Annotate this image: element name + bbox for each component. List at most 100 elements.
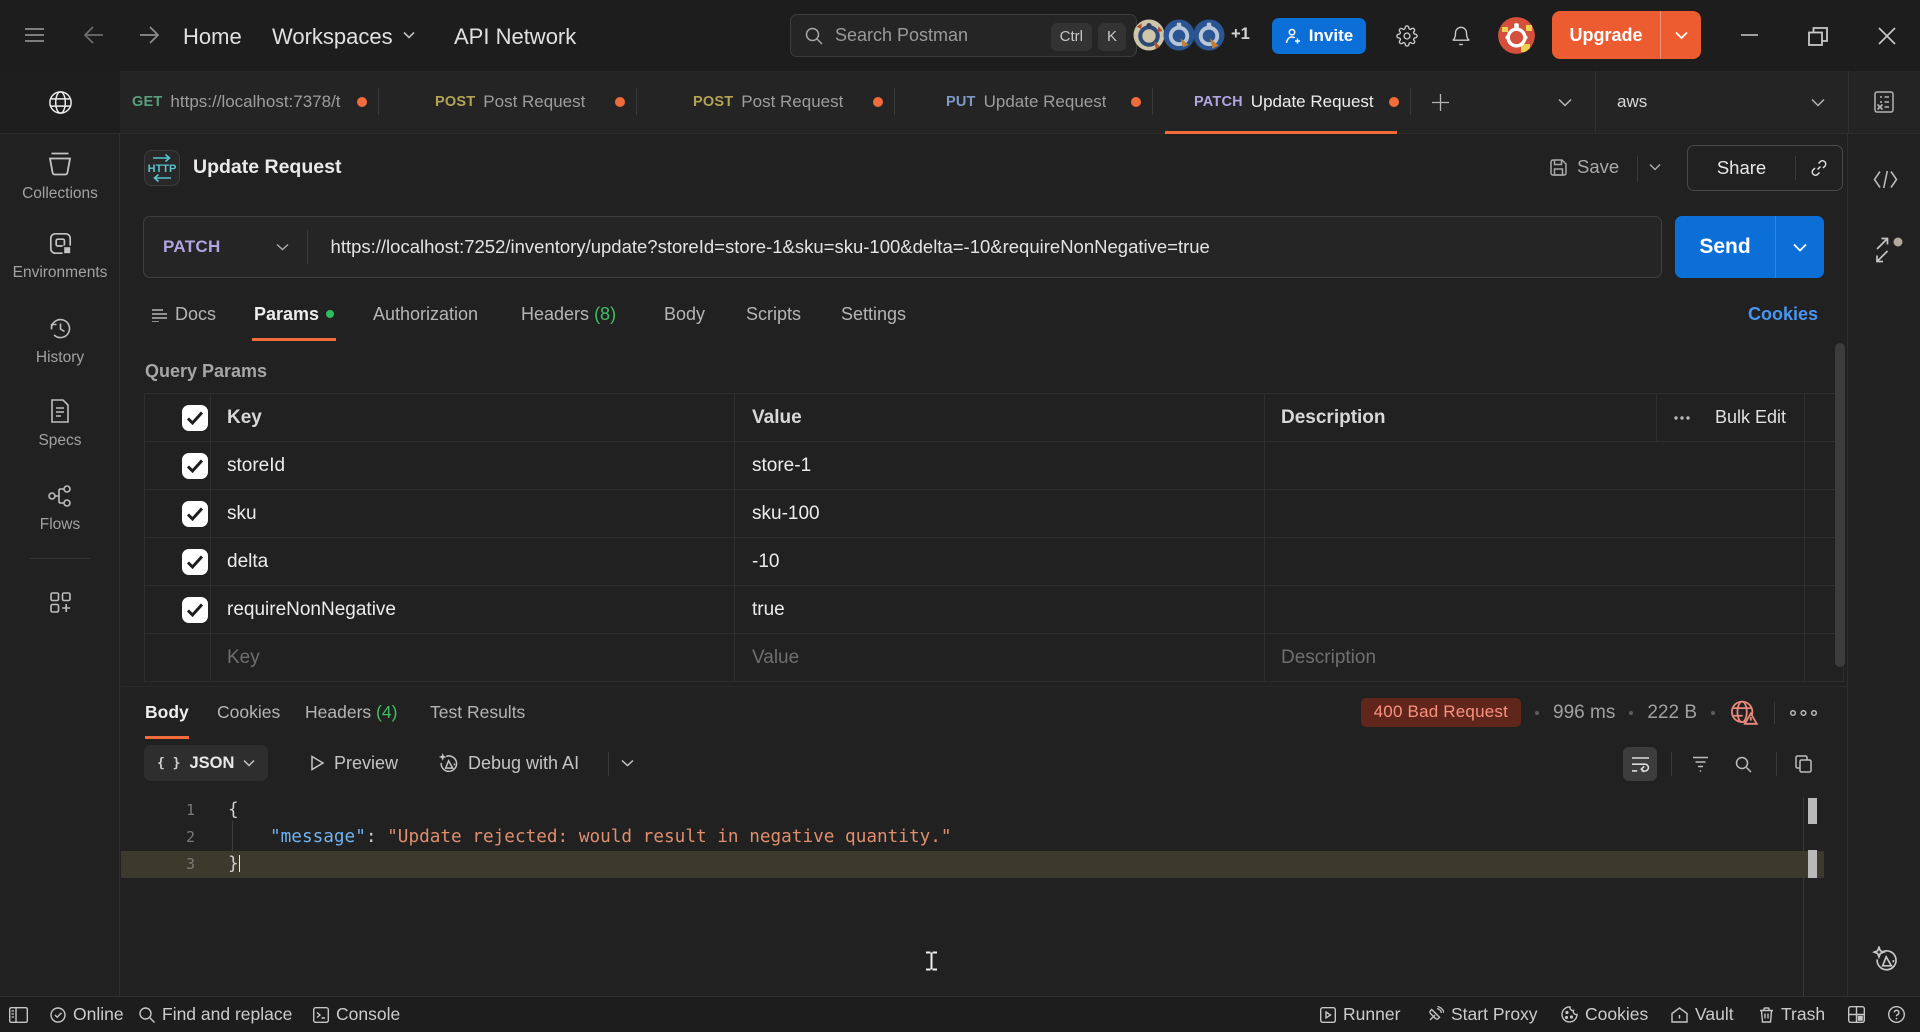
code-snippet-icon[interactable] [1873,170,1898,189]
response-time[interactable]: 996 ms [1553,702,1615,724]
debug-with-ai-button[interactable]: Debug with AI [437,745,579,781]
share-button[interactable]: Share [1687,145,1843,191]
console-button[interactable]: Console [313,997,400,1032]
param-row[interactable]: delta -10 [145,538,1844,586]
request-tab[interactable]: POST Post Request [637,71,895,133]
tab-params[interactable]: Params [254,304,319,325]
upgrade-chevron-icon[interactable] [1661,31,1701,40]
back-arrow-icon[interactable] [84,26,104,44]
response-tab-cookies[interactable]: Cookies [217,702,280,723]
tab-body[interactable]: Body [664,304,705,325]
cookies-link[interactable]: Cookies [1748,304,1818,325]
request-tab[interactable]: GET https://localhost:7378/t [121,71,379,133]
sidebar-item-collections[interactable]: Collections [0,152,120,203]
search-in-body-icon[interactable] [1726,747,1760,781]
bulk-edit-button[interactable]: Bulk Edit [1715,407,1786,428]
param-description[interactable] [1265,490,1805,538]
help-icon[interactable] [1888,997,1905,1032]
find-and-replace-button[interactable]: Find and replace [139,997,292,1032]
filter-icon[interactable] [1683,747,1717,781]
response-status-badge[interactable]: 400 Bad Request [1361,698,1521,727]
row-checkbox[interactable] [145,538,211,586]
param-value[interactable]: true [735,586,1265,634]
save-button[interactable]: Save [1549,156,1619,178]
method-selector[interactable]: PATCH [163,237,221,257]
param-key-placeholder[interactable]: Key [211,634,735,682]
response-tab-body[interactable]: Body [145,702,189,723]
tab-scripts[interactable]: Scripts [746,304,801,325]
param-row[interactable]: sku sku-100 [145,490,1844,538]
request-tab[interactable]: PUT Update Request [895,71,1153,133]
select-all-checkbox[interactable] [145,394,211,442]
postbot-icon[interactable] [1872,946,1899,973]
row-checkbox[interactable] [145,490,211,538]
param-row-empty[interactable]: Key Value Description [145,634,1844,682]
tab-authorization[interactable]: Authorization [373,304,478,325]
runner-button[interactable]: Runner [1320,997,1400,1032]
window-restore-icon[interactable] [1808,27,1828,46]
tab-headers[interactable]: Headers (8) [521,304,616,325]
trash-button[interactable]: Trash [1759,997,1825,1032]
collaborator-avatars[interactable] [1133,19,1226,52]
network-warning-icon[interactable] [1729,698,1760,727]
invite-button[interactable]: Invite [1272,18,1366,54]
home-menu[interactable]: Home [183,24,242,50]
code-line[interactable]: 1 { [121,797,1824,824]
param-description[interactable] [1265,586,1805,634]
response-size[interactable]: 222 B [1647,702,1697,724]
sidebar-item-flows[interactable]: Flows [0,484,120,534]
preview-button[interactable]: Preview [310,745,398,781]
row-checkbox[interactable] [145,586,211,634]
settings-gear-icon[interactable] [1396,25,1418,47]
globe-cell[interactable] [0,71,120,133]
viewer-overflow-chevron-icon[interactable] [621,745,634,781]
url-input[interactable]: https://localhost:7252/inventory/update?… [331,236,1210,258]
save-chevron-icon[interactable] [1649,163,1661,171]
param-value[interactable]: sku-100 [735,490,1265,538]
share-link-icon[interactable] [1796,159,1842,177]
param-description[interactable] [1265,442,1805,490]
param-value-placeholder[interactable]: Value [735,634,1265,682]
online-status[interactable]: Online [50,997,124,1032]
send-chevron-icon[interactable] [1776,243,1824,252]
sidebar-configure-icon-button[interactable] [0,590,120,615]
start-proxy-button[interactable]: Start Proxy [1427,997,1538,1032]
request-tab-active[interactable]: PATCH Update Request [1153,71,1411,133]
profile-avatar[interactable] [1498,17,1535,54]
tab-settings[interactable]: Settings [841,304,906,325]
sidebar-item-specs[interactable]: Specs [0,398,120,450]
environment-quick-look-icon[interactable] [1867,71,1901,133]
menu-icon[interactable] [25,27,44,43]
response-body-editor[interactable]: 1 { 2 "message": "Update rejected: would… [121,791,1847,1001]
new-tab-plus-icon[interactable] [1427,71,1453,133]
sidebar-toggle-icon[interactable] [9,997,28,1032]
param-key[interactable]: storeId [211,442,735,490]
request-tab[interactable]: POST Post Request [379,71,637,133]
window-close-icon[interactable] [1878,27,1896,45]
param-row[interactable]: requireNonNegative true [145,586,1844,634]
param-row[interactable]: storeId store-1 [145,442,1844,490]
param-value[interactable]: store-1 [735,442,1265,490]
response-more-options-icon[interactable] [1789,709,1818,717]
params-scrollbar[interactable] [1835,343,1845,667]
param-description[interactable] [1265,538,1805,586]
more-options-icon[interactable] [1673,415,1691,421]
workspaces-menu[interactable]: Workspaces [272,24,393,50]
code-line[interactable]: 2 "message": "Update rejected: would res… [121,824,1824,851]
response-tab-headers[interactable]: Headers (4) [305,702,397,723]
cookies-button[interactable]: Cookies [1561,997,1648,1032]
window-minimize-icon[interactable] [1741,34,1758,36]
param-key[interactable]: sku [211,490,735,538]
sidebar-item-environments[interactable]: Environments [0,231,120,282]
row-checkbox[interactable] [145,442,211,490]
param-key[interactable]: delta [211,538,735,586]
param-key[interactable]: requireNonNegative [211,586,735,634]
environment-selector[interactable]: aws [1617,71,1647,133]
search-input[interactable]: Search Postman Ctrl K [790,14,1137,57]
param-description-placeholder[interactable]: Description [1265,634,1805,682]
copy-icon[interactable] [1786,747,1820,781]
tab-docs[interactable]: Docs [152,304,216,325]
more-collaborators-count[interactable]: +1 [1231,25,1250,44]
tab-overflow-chevron-icon[interactable] [1552,71,1578,133]
param-value[interactable]: -10 [735,538,1265,586]
